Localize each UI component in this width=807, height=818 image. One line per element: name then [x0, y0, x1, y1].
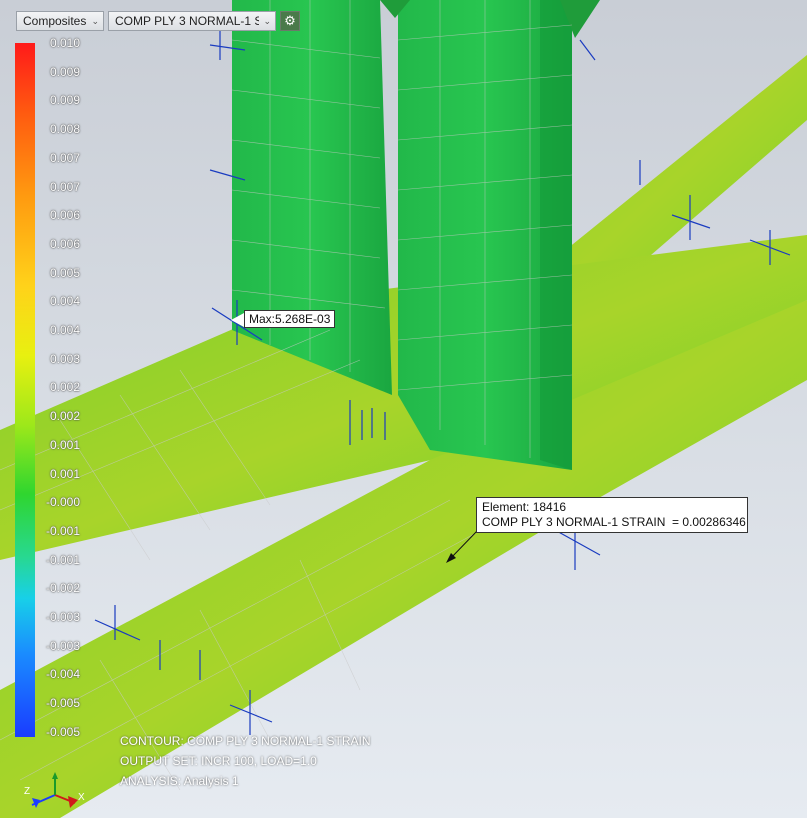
legend-tick-label: -0.004 — [45, 667, 80, 682]
result-component-label: COMP PLY 3 NORMAL-1 ST — [115, 14, 260, 28]
triad-x-label: X — [78, 792, 85, 803]
legend-tick-label: 0.008 — [49, 122, 80, 137]
legend-tick-label: 0.005 — [49, 265, 80, 280]
legend-tick-label: 0.004 — [49, 294, 80, 309]
probe-element-id: Element: 18416 — [482, 500, 567, 514]
max-marker-arrow — [231, 313, 244, 327]
legend-tick-label: -0.000 — [45, 495, 80, 510]
legend-tick-label: -0.001 — [45, 552, 80, 567]
result-toolbar: Composites ⌄ COMP PLY 3 NORMAL-1 ST ⌄ ⚙ — [16, 11, 300, 31]
chevron-down-icon: ⌄ — [91, 15, 99, 26]
web-panel-shadow — [540, 0, 572, 470]
legend-tick-label: -0.002 — [45, 581, 80, 596]
probe-strain-value: COMP PLY 3 NORMAL-1 STRAIN = 0.00286346 — [482, 515, 746, 529]
max-value-label: Max:5.268E-03 — [244, 310, 336, 328]
legend-tick-label: 0.010 — [49, 36, 80, 50]
color-legend-bar — [15, 43, 35, 737]
output-set-label: OUTPUT SET: INCR 100, LOAD=1.0 — [120, 754, 317, 768]
probe-tooltip: Element: 18416 COMP PLY 3 NORMAL-1 STRAI… — [476, 497, 748, 533]
model-viewport[interactable] — [0, 0, 807, 818]
legend-tick-label: 0.006 — [49, 208, 80, 223]
legend-tick-label: 0.001 — [49, 466, 80, 481]
result-type-dropdown[interactable]: Composites ⌄ — [16, 11, 104, 31]
legend-tick-label: 0.002 — [49, 409, 80, 424]
result-type-label: Composites — [23, 14, 87, 28]
legend-tick-label: -0.003 — [45, 610, 80, 624]
chevron-down-icon: ⌄ — [263, 15, 271, 26]
legend-tick-label: -0.001 — [45, 523, 80, 538]
legend-tick-label: -0.005 — [45, 724, 80, 739]
result-info-text: CONTOUR: COMP PLY 3 NORMAL-1 STRAIN OUTP… — [120, 731, 371, 791]
legend-tick-label: 0.009 — [49, 64, 80, 79]
legend-tick-label: 0.003 — [49, 351, 80, 366]
analysis-label: ANALYSIS: Analysis 1 — [120, 774, 239, 788]
legend-tick-label: 0.002 — [49, 380, 80, 395]
legend-tick-label: -0.003 — [45, 638, 80, 653]
legend-tick-label: 0.001 — [49, 437, 80, 452]
contour-label: CONTOUR: COMP PLY 3 NORMAL-1 STRAIN — [120, 734, 371, 748]
legend-tick-label: 0.009 — [49, 93, 80, 108]
legend-tick-label: 0.006 — [49, 236, 80, 251]
triad-z-label: Z — [24, 786, 31, 797]
legend-tick-label: 0.007 — [49, 150, 80, 165]
result-component-dropdown[interactable]: COMP PLY 3 NORMAL-1 ST ⌄ — [108, 11, 276, 31]
gear-icon[interactable]: ⚙ — [280, 11, 300, 31]
legend-tick-label: -0.005 — [45, 696, 80, 711]
legend-tick-label: 0.007 — [49, 179, 80, 194]
legend-tick-label: 0.004 — [49, 323, 80, 337]
